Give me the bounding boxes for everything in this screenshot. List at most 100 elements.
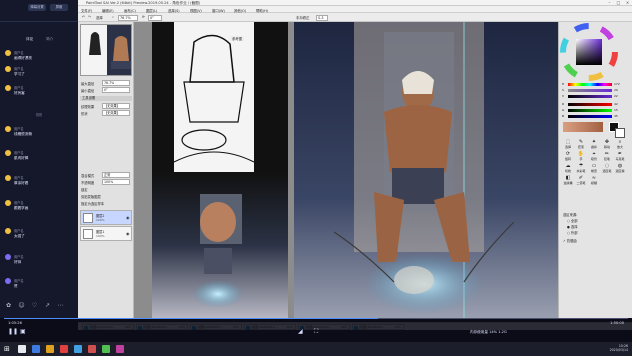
message-author[interactable]: 用户名 xyxy=(14,228,24,233)
danmaku-settings-button[interactable]: 弹幕设置 xyxy=(28,4,46,11)
avatar[interactable] xyxy=(5,200,11,206)
tool-button[interactable]: ✋ 手 xyxy=(575,152,587,162)
like-icon[interactable]: ♡ xyxy=(31,302,38,309)
option-outside[interactable]: ○ 外部 xyxy=(567,230,578,235)
sai-app-icon[interactable] xyxy=(88,345,96,353)
avatar[interactable] xyxy=(5,175,11,181)
file-explorer-icon[interactable] xyxy=(46,345,54,353)
tool-button[interactable]: ⟳ 旋转 xyxy=(562,152,574,162)
avatar[interactable] xyxy=(5,50,11,56)
menu-view[interactable]: 视图(V) xyxy=(190,8,202,13)
blend-mode-select[interactable]: 正常 xyxy=(102,172,130,178)
tool-button[interactable]: ◌ 选区笔 xyxy=(601,164,613,174)
message-author[interactable]: 用户名 xyxy=(14,200,24,205)
gift-icon[interactable]: ✿ xyxy=(5,302,12,309)
scratchpad-strip[interactable] xyxy=(563,122,603,132)
volume-icon[interactable]: ◢ xyxy=(298,328,303,335)
recorder-icon[interactable] xyxy=(102,345,110,353)
tool-button[interactable]: ✐ 二值笔 xyxy=(575,176,587,186)
avatar[interactable] xyxy=(5,126,11,132)
saturation-slider[interactable]: S 20 xyxy=(562,88,624,92)
hue-slider[interactable]: H 172 xyxy=(562,82,624,86)
undo-icon[interactable]: ↶ xyxy=(82,15,85,19)
stabilizer-field[interactable]: S-3 xyxy=(316,14,328,21)
reference-window-label[interactable]: 参考图 xyxy=(230,36,245,41)
menu-window[interactable]: 窗口(W) xyxy=(212,8,225,13)
zoom-icon[interactable]: ⌕ xyxy=(112,15,114,19)
tool-button[interactable]: ☁ 喷枪 xyxy=(562,164,574,174)
clipping-checkbox[interactable]: 剪贴蒙版图层 xyxy=(80,193,132,199)
tool-button[interactable]: ⌕ 放大 xyxy=(614,140,626,150)
sample-checkbox[interactable]: 指定为选区样本 xyxy=(80,200,132,206)
search-icon[interactable] xyxy=(18,345,26,353)
visibility-eye-icon[interactable]: ◉ xyxy=(126,215,130,220)
message-author[interactable]: 用户名 xyxy=(14,175,24,180)
color-wheel[interactable] xyxy=(559,22,632,82)
tool-button[interactable]: ✎ 套索 xyxy=(575,140,587,150)
menu-help[interactable]: 帮助(H) xyxy=(256,8,268,13)
tab-intro[interactable]: 简介 xyxy=(46,37,53,42)
background-color-swatch[interactable] xyxy=(615,128,625,138)
avatar[interactable] xyxy=(5,150,11,156)
value-slider[interactable]: V 22 xyxy=(562,94,624,98)
angle-field[interactable]: 0° xyxy=(148,14,162,21)
green-slider[interactable]: G 15 xyxy=(562,108,624,112)
message-author[interactable]: 用户名 xyxy=(14,50,24,55)
tool-button[interactable]: ✦ 魔棒 xyxy=(588,140,600,150)
browser-icon[interactable] xyxy=(60,345,68,353)
menu-canvas[interactable]: 画布(C) xyxy=(124,8,136,13)
tool-button[interactable]: ✒ 马克笔 xyxy=(614,152,626,162)
tool-button[interactable]: ◧ 油漆桶 xyxy=(562,176,574,186)
task-view-icon[interactable] xyxy=(32,345,40,353)
brush-size-field[interactable]: 76.7% xyxy=(102,80,130,86)
message-author[interactable]: 用户名 xyxy=(14,150,24,155)
menu-other[interactable]: 其他(O) xyxy=(234,8,246,13)
layer-item[interactable]: 图层2 100% ◉ xyxy=(80,210,132,225)
tool-button[interactable]: ⌖ 吸管 xyxy=(588,152,600,162)
windows-start-icon[interactable]: ⊞ xyxy=(4,345,12,353)
redo-icon[interactable]: ↷ xyxy=(88,15,91,19)
media-app-icon[interactable] xyxy=(116,345,124,353)
play-pause-icon[interactable]: ❚❚ xyxy=(8,328,18,335)
avatar[interactable] xyxy=(5,278,11,284)
menu-file[interactable]: 文件(F) xyxy=(81,8,92,13)
message-author[interactable]: 用户名 xyxy=(14,126,24,131)
menu-edit[interactable]: 编辑(E) xyxy=(102,8,114,13)
texture-select[interactable]: 【无效果】 xyxy=(102,103,130,109)
avatar[interactable] xyxy=(5,254,11,260)
danmaku-toggle-icon[interactable]: ▣ xyxy=(20,328,26,335)
tool-settings-header[interactable]: 工具设置 xyxy=(80,96,132,101)
message-author[interactable]: 用户名 xyxy=(14,85,24,90)
antialias-checkbox[interactable]: ✓ 抗锯齿 xyxy=(563,238,577,243)
message-author[interactable]: 用户名 xyxy=(14,66,24,71)
option-selection[interactable]: ● 选择 xyxy=(567,224,578,229)
message-author[interactable]: 用户名 xyxy=(14,254,24,259)
tool-button[interactable]: ☂ 水彩笔 xyxy=(575,164,587,174)
visibility-eye-icon[interactable]: ◉ xyxy=(126,231,130,236)
message-author[interactable]: 用户名 xyxy=(14,278,24,283)
blue-slider[interactable]: B 45 xyxy=(562,114,624,118)
avatar[interactable] xyxy=(5,66,11,72)
option-all[interactable]: ○ 全部 xyxy=(567,218,578,223)
tool-button[interactable]: ✥ 移动 xyxy=(601,140,613,150)
tab-comments[interactable]: 评论 xyxy=(26,37,33,42)
block-button[interactable]: 屏蔽 xyxy=(50,4,68,11)
red-slider[interactable]: R 42 xyxy=(562,102,624,106)
tool-button[interactable]: ✏ 铅笔 xyxy=(601,152,613,162)
menu-layer[interactable]: 图层(L) xyxy=(146,8,157,13)
min-size-field[interactable]: 0° xyxy=(102,87,130,93)
system-clock[interactable]: 10:26 2020/03/14 xyxy=(610,344,628,352)
zoom-field[interactable]: 76.7% xyxy=(118,14,138,21)
tool-button[interactable]: ◍ 选区擦 xyxy=(614,164,626,174)
navigator-thumbnail[interactable] xyxy=(80,24,132,76)
menu-select[interactable]: 选择(S) xyxy=(168,8,180,13)
tool-button[interactable]: ≈ 模糊 xyxy=(588,176,600,186)
avatar[interactable] xyxy=(5,85,11,91)
opacity-slider[interactable]: 100% xyxy=(102,179,130,185)
tool-button[interactable]: ⬚ 选择 xyxy=(562,140,574,150)
share-icon[interactable]: ↗ xyxy=(44,302,51,309)
tool-button[interactable]: ▭ 橡皮 xyxy=(588,164,600,174)
rotate-icon[interactable]: ⟳ xyxy=(142,15,145,19)
more-icon[interactable]: ⋯ xyxy=(57,302,64,309)
fullscreen-icon[interactable]: ⛶ xyxy=(314,328,318,336)
